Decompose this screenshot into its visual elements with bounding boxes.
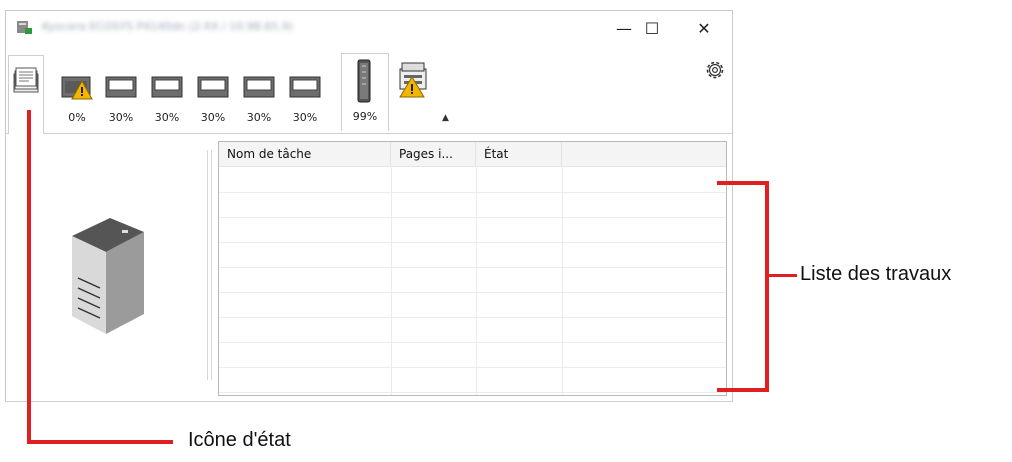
column-header-extra[interactable]	[562, 142, 726, 166]
column-divider	[562, 166, 563, 395]
paper-tray-2[interactable]: 30%	[104, 67, 138, 129]
callout-leader-line	[769, 274, 797, 277]
tray-level: 30%	[154, 111, 180, 124]
title-bar: Kyocera ECOSYS P4140dn (2-XX / 10.98.65.…	[6, 11, 732, 45]
table-row-divider	[219, 242, 726, 243]
toner-level: 99%	[352, 110, 378, 123]
paper-tray-1[interactable]: 0%	[60, 67, 94, 129]
job-status-icon	[13, 67, 39, 93]
column-divider	[391, 166, 392, 395]
callout-bracket-bottom	[717, 388, 769, 392]
tray-level: 30%	[108, 111, 134, 124]
window-bottom-edge	[5, 401, 733, 402]
gear-icon[interactable]	[704, 59, 726, 81]
table-row-divider	[219, 317, 726, 318]
device-warning-icon[interactable]	[396, 59, 430, 99]
table-row-divider	[219, 267, 726, 268]
table-row-divider	[219, 192, 726, 193]
tray-icon	[243, 76, 275, 98]
tray-level: 30%	[200, 111, 226, 124]
column-divider	[476, 166, 477, 395]
status-monitor-window: Kyocera ECOSYS P4140dn (2-XX / 10.98.65.…	[5, 10, 733, 402]
callout-label-job-list: Liste des travaux	[800, 263, 952, 285]
status-toolbar: 0% 30% 30% 30% 30% 30% 99% ▲	[6, 45, 732, 134]
tray-icon	[61, 76, 93, 100]
window-title: Kyocera ECOSYS P4140dn (2-XX / 10.98.65.…	[42, 20, 294, 32]
paper-tray-6[interactable]: 30%	[288, 67, 322, 129]
table-row-divider	[219, 392, 726, 393]
table-row-divider	[219, 217, 726, 218]
callout-status-vertical	[27, 110, 31, 443]
callout-bracket-vertical	[765, 181, 769, 392]
paper-tray-4[interactable]: 30%	[196, 67, 230, 129]
column-header-status[interactable]: État	[476, 142, 562, 166]
paper-tray-3[interactable]: 30%	[150, 67, 184, 129]
column-header-pages[interactable]: Pages i...	[391, 142, 476, 166]
table-row-divider	[219, 342, 726, 343]
callout-status-horizontal	[27, 440, 173, 444]
tray-icon	[289, 76, 321, 98]
paper-tray-5[interactable]: 30%	[242, 67, 276, 129]
printer-app-icon	[17, 21, 32, 34]
collapse-toggle[interactable]: ▲	[442, 113, 449, 123]
tray-icon	[105, 76, 137, 98]
table-row-divider	[219, 367, 726, 368]
close-button[interactable]: ✕	[684, 17, 724, 39]
table-row-divider	[219, 292, 726, 293]
callout-bracket-top	[717, 181, 769, 185]
printer-image	[72, 218, 144, 334]
content-area: Nom de tâche Pages i... État	[6, 134, 732, 402]
job-list-table[interactable]: Nom de tâche Pages i... État	[218, 141, 727, 396]
table-header: Nom de tâche Pages i... État	[219, 142, 726, 167]
tray-level: 0%	[68, 111, 86, 124]
maximize-button[interactable]: ☐	[632, 17, 672, 39]
pane-splitter[interactable]	[207, 150, 212, 380]
tray-level: 30%	[292, 111, 318, 124]
callout-label-status-icon: Icône d'état	[188, 429, 291, 451]
tray-icon	[197, 76, 229, 98]
status-icon-tab[interactable]	[8, 55, 44, 134]
toner-indicator[interactable]: 99%	[341, 53, 389, 131]
toner-cartridge-icon	[357, 59, 371, 103]
tray-icon	[151, 76, 183, 98]
column-header-job-name[interactable]: Nom de tâche	[219, 142, 391, 166]
tray-level: 30%	[246, 111, 272, 124]
